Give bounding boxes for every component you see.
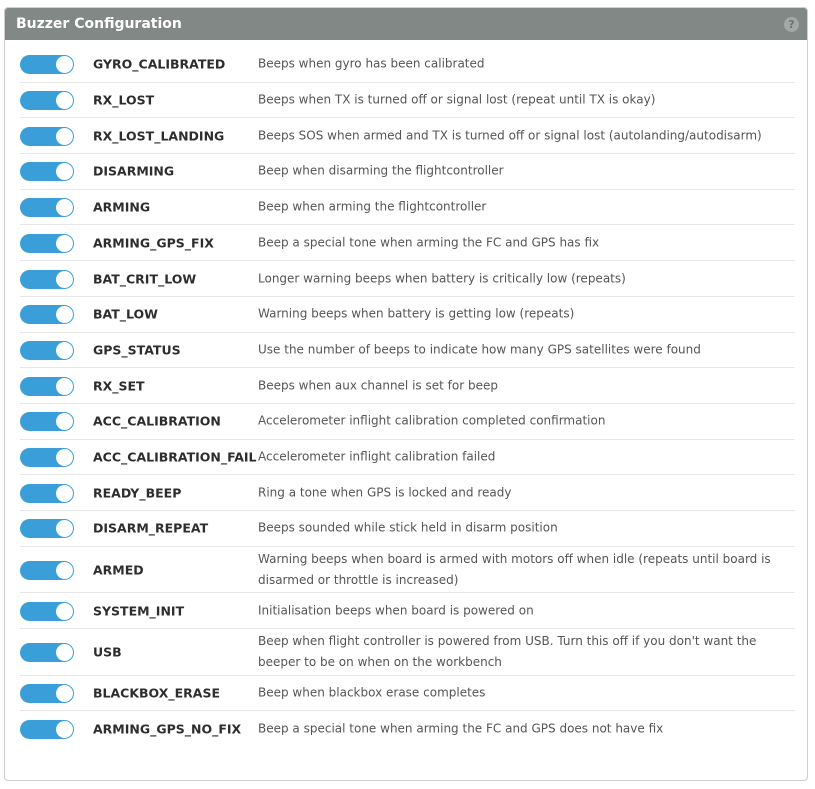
flag-description: Warning beeps when battery is getting lo… xyxy=(258,306,575,321)
flag-name: READY_BEEP xyxy=(93,485,182,501)
flag-description: Accelerometer inflight calibration compl… xyxy=(258,413,606,428)
toggle-knob xyxy=(56,721,73,739)
flag-description: Beeps when TX is turned off or signal lo… xyxy=(258,92,656,107)
buzzer-flag-row: READY_BEEP Ring a tone when GPS is locked… xyxy=(20,475,795,512)
buzzer-flag-row: DISARM_REPEAT Beeps sounded while stick h… xyxy=(20,511,795,547)
toggle-knob xyxy=(56,520,73,538)
flag-name: BAT_LOW xyxy=(93,306,158,322)
buzzer-flag-row: GYRO_CALIBRATED Beeps when gyro has been … xyxy=(20,47,795,83)
toggle-knob xyxy=(56,561,73,579)
toggle-switch[interactable] xyxy=(20,519,74,539)
buzzer-flag-row: ARMED Warning beeps when board is armed w… xyxy=(20,547,795,594)
flag-description: Use the number of beeps to indicate how … xyxy=(258,342,701,357)
flag-name: DISARMING xyxy=(93,163,175,179)
flag-name: RX_LOST xyxy=(93,92,155,108)
buzzer-flag-row: ACC_CALIBRATION_FAIL Accelerometer inflig… xyxy=(20,440,795,476)
flag-name: BLACKBOX_ERASE xyxy=(93,685,221,701)
toggle-knob xyxy=(56,127,73,145)
flag-description: Beeps sounded while stick held in disarm… xyxy=(258,520,558,535)
toggle-switch[interactable] xyxy=(20,483,74,503)
toggle-switch[interactable] xyxy=(20,412,74,432)
buzzer-flag-row: SYSTEM_INIT Initialisation beeps when boa… xyxy=(20,593,795,629)
flag-name: USB xyxy=(93,644,122,660)
buzzer-flag-row: BLACKBOX_ERASE Beep when blackbox erase c… xyxy=(20,676,795,712)
flag-description: Beeps when aux channel is set for beep xyxy=(258,378,498,393)
toggle-switch[interactable] xyxy=(20,683,74,703)
toggle-knob xyxy=(56,163,73,181)
toggle-knob xyxy=(56,643,73,661)
toggle-switch[interactable] xyxy=(20,642,74,662)
toggle-knob xyxy=(56,449,73,467)
flag-name: ACC_CALIBRATION xyxy=(93,413,221,429)
toggle-knob xyxy=(56,199,73,217)
toggle-knob xyxy=(56,484,73,502)
buzzer-flag-row: RX_LOST_LANDING Beeps SOS when armed and … xyxy=(20,118,795,155)
panel-header: Buzzer Configuration ? xyxy=(5,8,807,40)
toggle-knob xyxy=(56,377,73,395)
buzzer-flag-row: GPS_STATUS Use the number of beeps to ind… xyxy=(20,333,795,369)
flag-name: SYSTEM_INIT xyxy=(93,603,185,619)
buzzer-flag-row: BAT_CRIT_LOW Longer warning beeps when ba… xyxy=(20,261,795,297)
flag-description: Accelerometer inflight calibration faile… xyxy=(258,449,496,464)
flag-name: RX_SET xyxy=(93,378,145,394)
buzzer-flag-row: RX_SET Beeps when aux channel is set for … xyxy=(20,368,795,404)
toggle-knob xyxy=(56,270,73,288)
flag-name: GYRO_CALIBRATED xyxy=(93,56,226,72)
flag-name: ARMED xyxy=(93,562,144,578)
flag-description: Beep a special tone when arming the FC a… xyxy=(258,721,664,736)
flag-name: ARMING_GPS_FIX xyxy=(93,235,214,251)
panel-title: Buzzer Configuration xyxy=(16,16,182,32)
toggle-knob xyxy=(56,341,73,359)
buzzer-flag-row: ACC_CALIBRATION Accelerometer inflight ca… xyxy=(20,404,795,440)
buzzer-flag-row: RX_LOST Beeps when TX is turned off or si… xyxy=(20,83,795,119)
flag-description: Beep when disarming the flightcontroller xyxy=(258,163,504,178)
buzzer-flag-row: DISARMING Beep when disarming the flightc… xyxy=(20,154,795,190)
flag-name: ARMING xyxy=(93,199,151,215)
help-icon[interactable]: ? xyxy=(784,16,799,32)
toggle-switch[interactable] xyxy=(20,720,74,740)
toggle-switch[interactable] xyxy=(20,560,74,580)
toggle-switch[interactable] xyxy=(20,601,74,621)
flag-description: Initialisation beeps when board is power… xyxy=(258,603,534,618)
buzzer-flag-row: ARMING Beep when arming the flightcontrol… xyxy=(20,190,795,226)
toggle-knob xyxy=(56,92,73,110)
flag-name: RX_LOST_LANDING xyxy=(93,128,225,144)
toggle-switch[interactable] xyxy=(20,305,74,325)
toggle-knob xyxy=(56,306,73,324)
toggle-switch[interactable] xyxy=(20,162,74,182)
toggle-switch[interactable] xyxy=(20,198,74,218)
toggle-switch[interactable] xyxy=(20,269,74,289)
toggle-switch[interactable] xyxy=(20,91,74,111)
buzzer-flag-row: USB Beep when flight controller is powere… xyxy=(20,629,795,676)
buzzer-flag-row: BAT_LOW Warning beeps when battery is get… xyxy=(20,297,795,333)
flag-description: Warning beeps when board is armed with m… xyxy=(258,551,771,587)
flag-name: DISARM_REPEAT xyxy=(93,520,209,536)
toggle-switch[interactable] xyxy=(20,376,74,396)
toggle-knob xyxy=(56,234,73,252)
flag-description: Beep when flight controller is powered f… xyxy=(258,633,757,669)
flag-description: Beeps when gyro has been calibrated xyxy=(258,56,485,71)
flag-description: Beep when arming the flightcontroller xyxy=(258,199,487,214)
buzzer-configuration-panel: Buzzer Configuration ? GYRO_CALIBRATED Be… xyxy=(4,7,808,781)
flag-description: Beeps SOS when armed and TX is turned of… xyxy=(258,128,762,143)
toggle-switch[interactable] xyxy=(20,55,74,75)
toggle-switch[interactable] xyxy=(20,233,74,253)
flag-name: BAT_CRIT_LOW xyxy=(93,271,197,287)
flag-name: GPS_STATUS xyxy=(93,342,181,358)
toggle-knob xyxy=(56,684,73,702)
toggle-switch[interactable] xyxy=(20,340,74,360)
toggle-knob xyxy=(56,602,73,620)
toggle-knob xyxy=(56,56,73,74)
buzzer-flag-row: ARMING_GPS_NO_FIX Beep a special tone whe… xyxy=(20,711,795,747)
flag-description: Beep a special tone when arming the FC a… xyxy=(258,235,600,250)
flag-name: ARMING_GPS_NO_FIX xyxy=(93,721,242,737)
flag-description: Longer warning beeps when battery is cri… xyxy=(258,271,626,286)
toggle-knob xyxy=(56,413,73,431)
toggle-switch[interactable] xyxy=(20,448,74,468)
flag-description: Beep when blackbox erase completes xyxy=(258,685,486,700)
flag-name: ACC_CALIBRATION_FAIL xyxy=(93,449,257,465)
flag-description: Ring a tone when GPS is locked and ready xyxy=(258,485,512,500)
buzzer-flag-row: ARMING_GPS_FIX Beep a special tone when a… xyxy=(20,226,795,262)
toggle-switch[interactable] xyxy=(20,126,74,146)
